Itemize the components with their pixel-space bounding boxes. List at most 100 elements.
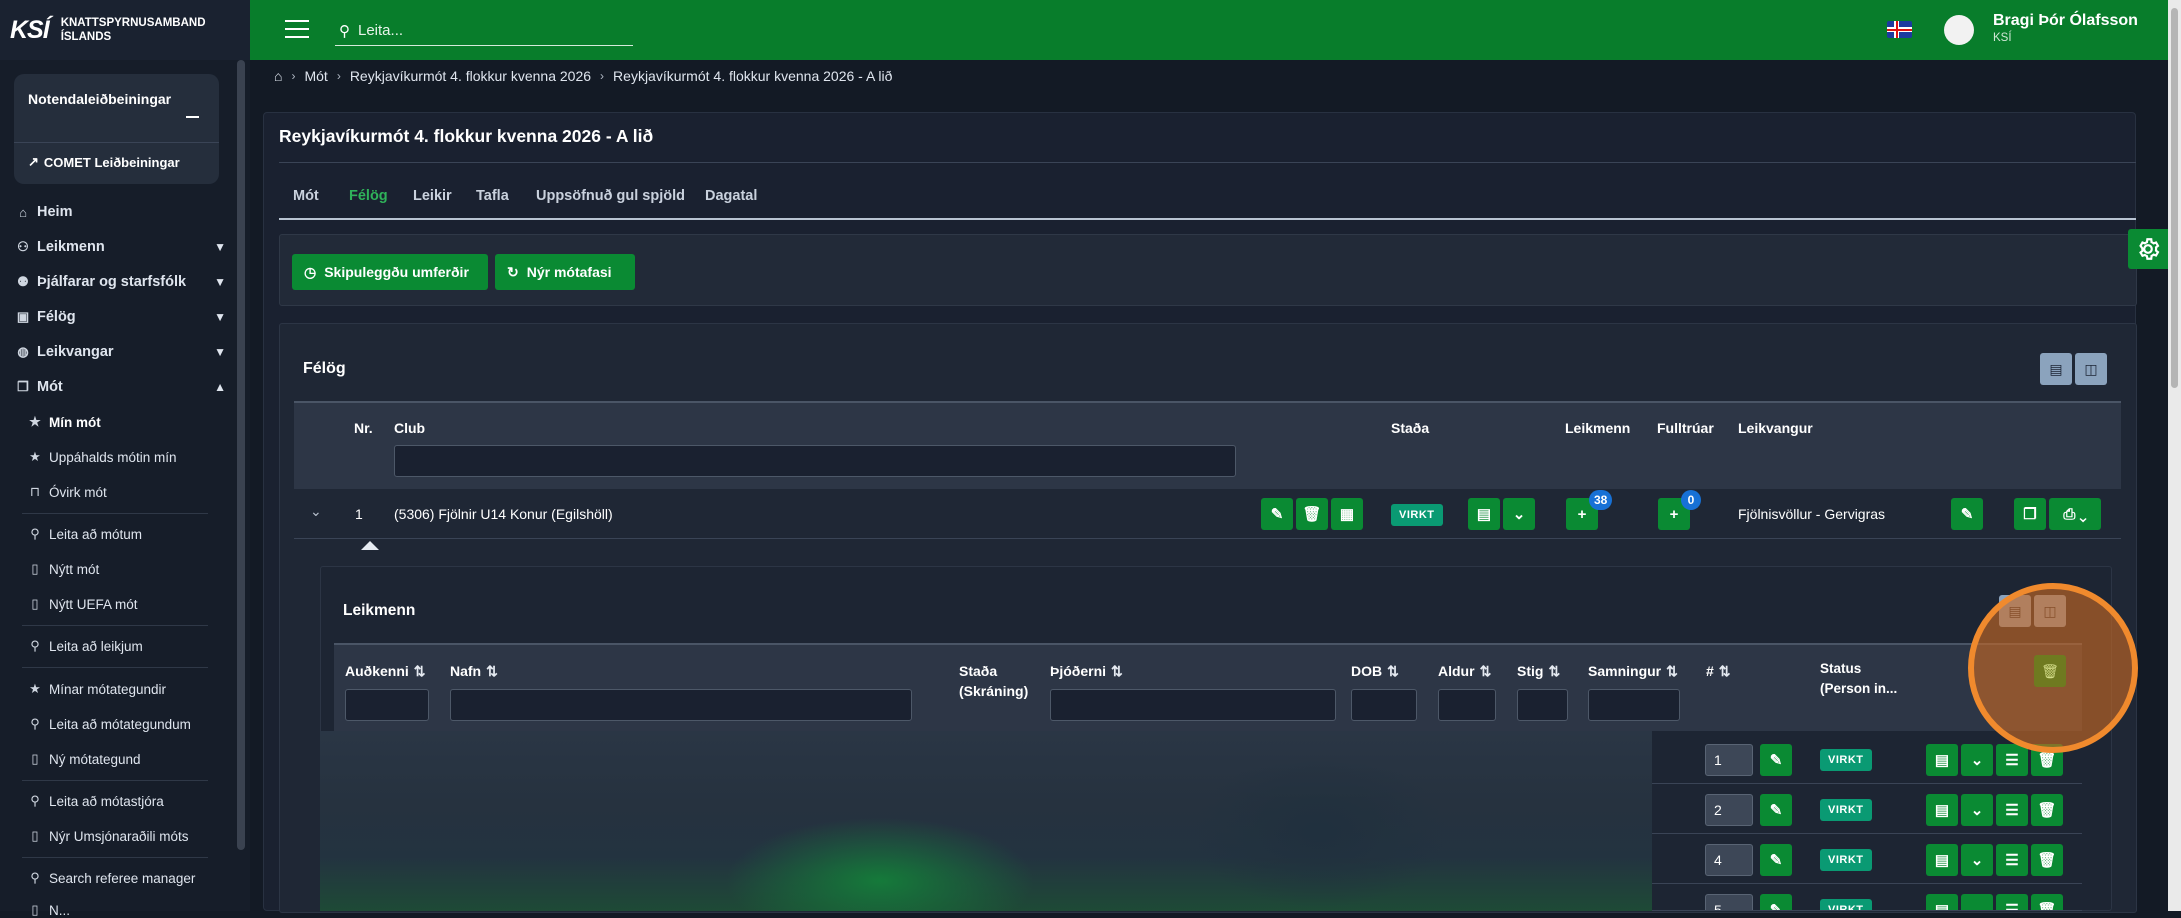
col-nafn[interactable]: Nafn ⇅	[450, 661, 498, 681]
chevron-down-icon[interactable]: ⌄	[1961, 794, 1993, 826]
sidebar-item-minar-motategundir[interactable]: ★ Mínar mótategundir	[28, 681, 208, 697]
copy-icon[interactable]: ❐	[2014, 498, 2046, 530]
tab-mot[interactable]: Mót	[293, 188, 319, 204]
sidebar-item-ny-motategund[interactable]: ▯ Ný mótategund	[28, 751, 208, 767]
edit-icon[interactable]: ✎	[1760, 844, 1792, 876]
sidebar-item-leita-motastjora[interactable]: ⚲ Leita að mótastjóra	[28, 793, 208, 809]
sidebar-item-leita-motategundum[interactable]: ⚲ Leita að mótategundum	[28, 716, 208, 732]
new-phase-button[interactable]: ↻ Nýr mótafasi	[495, 254, 635, 290]
breadcrumb-item[interactable]: Mót	[304, 68, 327, 84]
calendar-icon[interactable]: ▤	[1926, 844, 1958, 876]
delete-icon[interactable]: 🗑	[2031, 894, 2063, 910]
audkenni-filter[interactable]	[345, 689, 429, 721]
user-name[interactable]: Bragi Þór Ólafsson	[1993, 12, 2138, 30]
col-audkenni[interactable]: Auðkenni ⇅	[345, 661, 426, 681]
calendar-icon[interactable]: ▤	[1926, 894, 1958, 910]
delete-icon[interactable]: 🗑	[2031, 794, 2063, 826]
shirt-number-input[interactable]: 2	[1705, 794, 1753, 826]
sidebar-scrollbar[interactable]	[237, 60, 245, 850]
sidebar-item-ovirk[interactable]: ⊓ Óvirk mót	[28, 484, 208, 500]
sidebar-item-search-referee[interactable]: ⚲ Search referee manager	[28, 870, 208, 886]
sidebar-item-felog[interactable]: ▣ Félög ▼	[16, 309, 226, 325]
chevron-down-icon[interactable]: ⌄	[1503, 498, 1535, 530]
chevron-down-icon[interactable]: ⌄	[1961, 844, 1993, 876]
sidebar-item-min-mot[interactable]: ★ Mín mót	[28, 414, 208, 430]
sidebar-item-nytt-uefa[interactable]: ▯ Nýtt UEFA mót	[28, 596, 208, 612]
list-icon[interactable]: ☰	[1996, 894, 2028, 910]
col-stada: Staða	[1391, 420, 1430, 436]
iceland-flag-icon[interactable]	[1887, 21, 1912, 38]
brand[interactable]: KSÍ KNATTSPYRNUSAMBAND ÍSLANDS	[0, 0, 250, 60]
edit-icon[interactable]: ✎	[1760, 894, 1792, 910]
collapse-icon[interactable]	[186, 116, 199, 118]
shirt-number-input[interactable]: 4	[1705, 844, 1753, 876]
tab-leikir[interactable]: Leikir	[413, 188, 452, 204]
table-icon[interactable]: ▦	[1331, 498, 1363, 530]
list-icon[interactable]: ☰	[1996, 744, 2028, 776]
edit-venue-icon[interactable]: ✎	[1951, 498, 1983, 530]
sidebar-item-leikvangar[interactable]: ◍ Leikvangar ▼	[16, 344, 226, 360]
delete-all-icon[interactable]: 🗑	[2034, 655, 2066, 687]
col-aldur[interactable]: Aldur ⇅	[1438, 661, 1491, 681]
export-icon[interactable]: ▤	[2040, 353, 2072, 385]
calendar-icon[interactable]: ▤	[1468, 498, 1500, 530]
avatar[interactable]	[1944, 15, 1974, 45]
stig-filter[interactable]	[1517, 689, 1568, 721]
sidebar-item-heim[interactable]: ⌂ Heim	[16, 204, 226, 220]
tab-felog[interactable]: Félög	[349, 188, 388, 204]
search-input[interactable]	[358, 22, 618, 39]
tab-dagatal[interactable]: Dagatal	[705, 188, 757, 204]
shirt-number-input[interactable]: 1	[1705, 744, 1753, 776]
thjoderni-filter[interactable]	[1050, 689, 1336, 721]
col-num[interactable]: # ⇅	[1706, 661, 1731, 681]
page-scrollbar[interactable]	[2168, 0, 2181, 911]
list-icon[interactable]: ☰	[1996, 844, 2028, 876]
edit-icon[interactable]: ✎	[1760, 794, 1792, 826]
calendar-icon[interactable]: ▤	[1926, 794, 1958, 826]
sidebar-item-uppahalds[interactable]: ★ Uppáhalds mótin mín	[28, 449, 208, 465]
list-icon[interactable]: ☰	[1996, 794, 2028, 826]
gear-icon[interactable]	[2128, 229, 2168, 269]
scrollbar-thumb[interactable]	[2171, 8, 2178, 388]
home-icon[interactable]: ⌂	[274, 68, 282, 84]
sidebar-item-mot[interactable]: ❐ Mót ▲	[16, 379, 226, 395]
chevron-down-icon[interactable]: ⌄	[1961, 744, 1993, 776]
table-row[interactable]: 2 ✎ VIRKT ▤ ⌄ ☰ 🗑	[1652, 784, 2082, 834]
edit-icon[interactable]: ✎	[1760, 744, 1792, 776]
print-menu-button[interactable]: ⎙ ⌄	[2049, 498, 2101, 530]
hamburger-menu-icon[interactable]	[285, 20, 309, 38]
tab-gul-spjold[interactable]: Uppsöfnuð gul spjöld	[536, 188, 685, 204]
col-samningur[interactable]: Samningur ⇅	[1588, 661, 1678, 681]
table-row[interactable]: ⌄ 1 (5306) Fjölnir U14 Konur (Egilshöll)…	[294, 489, 2121, 539]
expand-chevron-icon[interactable]: ⌄	[310, 503, 322, 520]
delete-icon[interactable]: 🗑	[2031, 844, 2063, 876]
columns-icon[interactable]: ◫	[2075, 353, 2107, 385]
comet-guide-link[interactable]: ↗ COMET Leiðbeiningar	[28, 154, 180, 170]
table-row[interactable]: 4 ✎ VIRKT ▤ ⌄ ☰ 🗑	[1652, 834, 2082, 884]
col-dob[interactable]: DOB ⇅	[1351, 661, 1399, 681]
sidebar-item-nyr-umsjonaradili[interactable]: ▯ Nýr Umsjónaraðili móts	[28, 828, 208, 844]
sidebar-item-partial[interactable]: ▯ N...	[28, 902, 208, 918]
table-row[interactable]: 5 ✎ VIRKT ▤ ⌄ ☰ 🗑	[1652, 884, 2082, 911]
dob-filter[interactable]	[1351, 689, 1417, 721]
delete-icon[interactable]: 🗑	[1296, 498, 1328, 530]
sidebar-item-leita-leikjum[interactable]: ⚲ Leita að leikjum	[28, 638, 208, 654]
sidebar-item-nytt-mot[interactable]: ▯ Nýtt mót	[28, 561, 208, 577]
sidebar-item-thjalfarar[interactable]: ⚉ Þjálfarar og starfsfólk ▼	[16, 274, 226, 290]
col-stig[interactable]: Stig ⇅	[1517, 661, 1560, 681]
breadcrumb-item[interactable]: Reykjavíkurmót 4. flokkur kvenna 2026	[350, 68, 591, 84]
nafn-filter[interactable]	[450, 689, 912, 721]
club-filter-input[interactable]	[394, 445, 1236, 477]
edit-icon[interactable]: ✎	[1261, 498, 1293, 530]
chevron-down-icon[interactable]: ⌄	[1961, 894, 1993, 910]
calendar-icon[interactable]: ▤	[1926, 744, 1958, 776]
shirt-number-input[interactable]: 5	[1705, 894, 1753, 910]
col-thjoderni[interactable]: Þjóðerni ⇅	[1050, 661, 1123, 681]
sidebar-item-leikmenn[interactable]: ⚇ Leikmenn ▼	[16, 239, 226, 255]
search-bar[interactable]: ⚲	[335, 16, 633, 46]
tab-tafla[interactable]: Tafla	[476, 188, 509, 204]
sidebar-item-leita-motum[interactable]: ⚲ Leita að mótum	[28, 526, 208, 542]
aldur-filter[interactable]	[1438, 689, 1496, 721]
samningur-filter[interactable]	[1588, 689, 1680, 721]
schedule-rounds-button[interactable]: ◷ Skipuleggðu umferðir	[292, 254, 488, 290]
